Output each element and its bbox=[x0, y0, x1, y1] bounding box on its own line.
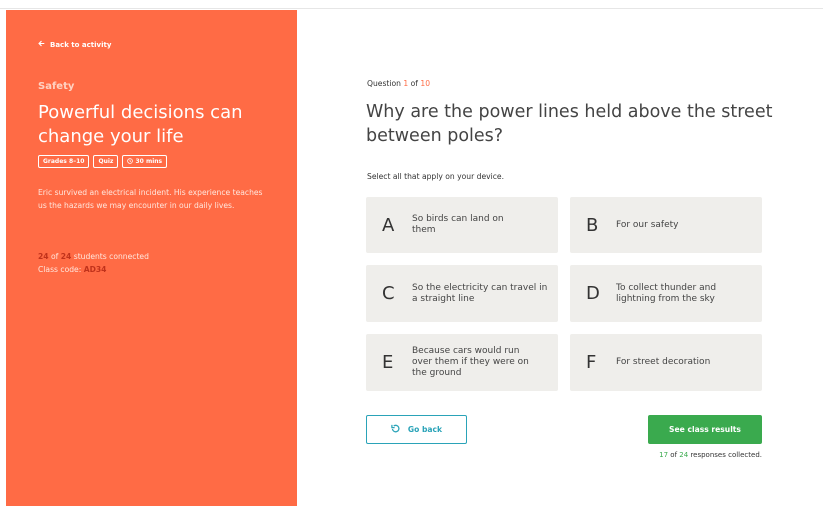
answer-option-e[interactable]: E Because cars would run over them if th… bbox=[366, 334, 558, 391]
undo-icon bbox=[391, 424, 400, 435]
see-class-results-button[interactable]: See class results bbox=[648, 415, 762, 444]
activity-category: Safety bbox=[38, 81, 75, 92]
duration-label: 30 mins bbox=[135, 158, 163, 165]
duration-tag: 30 mins bbox=[122, 155, 168, 168]
option-text: Because cars would run over them if they… bbox=[412, 346, 529, 378]
connected-total: 24 bbox=[60, 252, 72, 261]
question-number: 1 bbox=[403, 79, 409, 88]
responses-total: 24 bbox=[679, 451, 689, 459]
top-divider bbox=[0, 8, 823, 9]
option-letter: D bbox=[586, 283, 600, 304]
responses-of: of bbox=[670, 451, 678, 459]
answer-option-a[interactable]: A So birds can land on them bbox=[366, 197, 558, 253]
type-tag: Quiz bbox=[93, 155, 119, 168]
back-to-activity-label: Back to activity bbox=[50, 40, 112, 49]
back-to-activity-link[interactable]: Back to activity bbox=[38, 40, 111, 49]
option-text: For our safety bbox=[616, 219, 679, 230]
question-text: Why are the power lines held above the s… bbox=[366, 102, 773, 146]
class-code: AD34 bbox=[83, 265, 107, 274]
option-letter: B bbox=[586, 214, 599, 236]
activity-title: Powerful decisions can change your life bbox=[38, 102, 243, 147]
answer-option-d[interactable]: D To collect thunder and lightning from … bbox=[570, 265, 762, 322]
question-prefix: Question bbox=[367, 79, 401, 88]
clock-icon bbox=[127, 158, 135, 165]
question-counter: Question 1 of 10 bbox=[367, 79, 430, 88]
activity-description: Eric survived an electrical incident. Hi… bbox=[38, 188, 263, 210]
option-text: For street decoration bbox=[616, 357, 711, 367]
go-back-button[interactable]: Go back bbox=[366, 415, 467, 444]
option-letter: A bbox=[382, 214, 395, 236]
option-letter: E bbox=[382, 352, 394, 373]
answer-option-b[interactable]: B For our safety bbox=[570, 197, 762, 253]
connected-count: 24 bbox=[38, 252, 49, 261]
option-letter: C bbox=[382, 283, 395, 304]
connection-status: 24 of 24 students connected Class code: … bbox=[38, 250, 149, 276]
connected-suffix: students connected bbox=[73, 252, 149, 261]
responses-collected: 17 of 24 responses collected. bbox=[600, 451, 762, 459]
go-back-label: Go back bbox=[407, 425, 443, 434]
class-code-label: Class code: bbox=[38, 265, 82, 274]
answer-option-f[interactable]: F For street decoration bbox=[570, 334, 762, 391]
arrow-left-icon bbox=[38, 40, 45, 49]
option-text: So the electricity can travel in a strai… bbox=[412, 282, 548, 304]
activity-tags: Grades 8–10 Quiz 30 mins bbox=[38, 155, 168, 168]
connected-of: of bbox=[51, 252, 59, 261]
option-letter: F bbox=[586, 352, 597, 373]
option-text: So birds can land on them bbox=[412, 214, 504, 235]
grade-tag: Grades 8–10 bbox=[38, 155, 90, 168]
responses-count: 17 bbox=[659, 451, 669, 459]
question-instruction: Select all that apply on your device. bbox=[367, 172, 504, 181]
question-total: 10 bbox=[420, 79, 431, 88]
option-text: To collect thunder and lightning from th… bbox=[616, 282, 717, 304]
answer-option-c[interactable]: C So the electricity can travel in a str… bbox=[366, 265, 558, 322]
responses-suffix: responses collected. bbox=[690, 451, 762, 459]
activity-sidebar: Back to activity Safety Powerful decisio… bbox=[6, 10, 297, 506]
question-of: of bbox=[410, 79, 418, 88]
